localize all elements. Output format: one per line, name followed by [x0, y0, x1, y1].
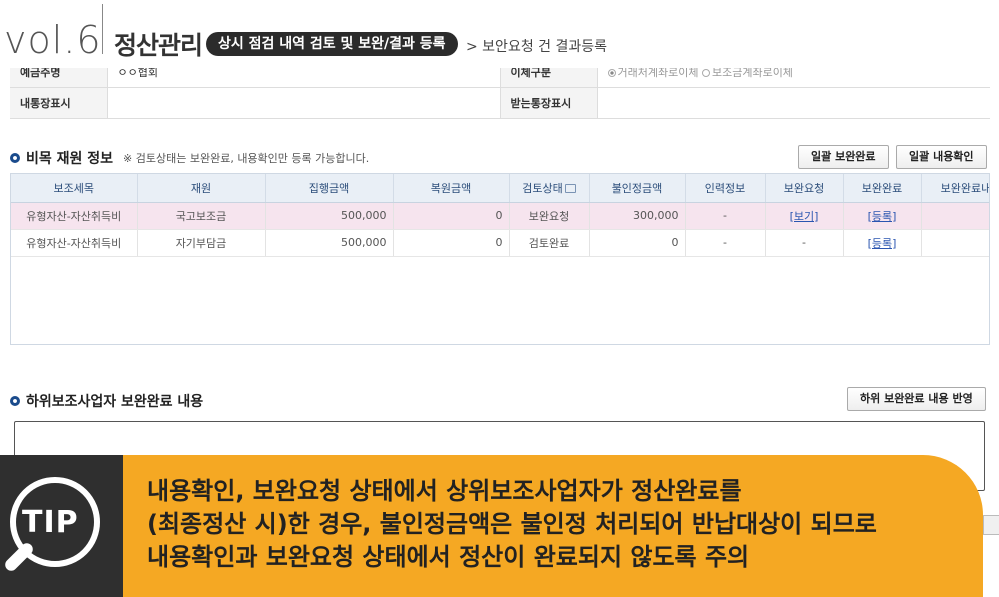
col-supplement-request[interactable]: 보완요청	[765, 174, 844, 203]
sub-section-title: 하위보조사업자 보완완료 내용	[26, 394, 204, 410]
header-divider	[102, 4, 103, 54]
cell-exec-amount: 500,000	[265, 202, 394, 230]
col-disallowed-amount[interactable]: 불인정금액	[589, 174, 686, 203]
cell-restore-amount: 0	[393, 202, 510, 230]
col-review-status-label: 검토상태	[522, 181, 563, 195]
col-supplement-detail[interactable]: 보완완료내용	[921, 174, 989, 203]
cell-supplement-complete: [등록]	[843, 202, 922, 230]
table-row[interactable]: 유형자산-자산취득비 국고보조금 500,000 0 보완요청 300,000 …	[11, 202, 989, 230]
recv-memo-label: 받는통장표시	[500, 87, 598, 119]
col-staff-info[interactable]: 인력정보	[685, 174, 766, 203]
table-row[interactable]: 유형자산-자산취득비 자기부담금 500,000 0 검토완료 0 - - [등…	[11, 229, 989, 257]
cell-supplement-complete: [등록]	[843, 229, 922, 257]
tip-line-1: 내용확인, 보완요청 상태에서 상위보조사업자가 정산완료를	[147, 477, 742, 505]
edit-icon	[564, 183, 576, 193]
tip-banner: TIP 내용확인, 보완요청 상태에서 상위보조사업자가 정산완료를 (최종정산…	[0, 455, 999, 597]
tip-line-3: 내용확인과 보완요청 상태에서 정산이 완료되지 않도록 주의	[147, 543, 750, 571]
tip-line-2: (최종정산 시)한 경우, 불인정금액은 불인정 처리되어 반납대상이 되므로	[147, 510, 877, 538]
cell-supplement-detail	[921, 202, 989, 230]
cell-disallowed-amount: 0	[589, 229, 686, 257]
apply-sub-complete-button[interactable]: 하위 보완완료 내용 반영	[847, 387, 986, 411]
page: 예금주명 ㅇㅇ협회 이체구분 거래처계좌로이체 보조금계좌로이체 내통장표시 받…	[0, 0, 999, 597]
cell-supplement-detail	[921, 229, 989, 257]
breadcrumb-sub: > 보안요청 건 결과등록	[466, 39, 608, 55]
cell-source: 국고보조금	[137, 202, 266, 230]
my-memo-value[interactable]	[107, 87, 501, 119]
bulk-confirm-button[interactable]: 일괄 내용확인	[896, 145, 987, 169]
col-exec-amount[interactable]: 집행금액	[265, 174, 394, 203]
cell-disallowed-amount: 300,000	[589, 202, 686, 230]
bullet-icon	[10, 396, 20, 406]
bulk-complete-button[interactable]: 일괄 보완완료	[798, 145, 889, 169]
recv-memo-value[interactable]	[597, 87, 990, 119]
col-supplement-complete[interactable]: 보완완료	[843, 174, 922, 203]
bullet-icon	[10, 153, 20, 163]
breadcrumb-pill: 상시 점검 내역 검토 및 보완/결과 등록	[206, 32, 458, 56]
register-link[interactable]: [등록]	[868, 237, 897, 250]
cell-staff-info: -	[685, 229, 766, 257]
items-section-note: ※ 검토상태는 보완완료, 내용확인만 등록 가능합니다.	[123, 152, 370, 165]
items-section-title: 비목 재원 정보	[26, 151, 114, 167]
tip-text: 내용확인, 보완요청 상태에서 상위보조사업자가 정산완료를 (최종정산 시)한…	[147, 475, 947, 574]
cell-review-status: 보완요청	[509, 202, 590, 230]
my-memo-label: 내통장표시	[10, 87, 108, 119]
cell-restore-amount: 0	[393, 229, 510, 257]
grid-header-row: 보조세목 재원 집행금액 복원금액 검토상태 불인정금액 인력정보 보완요청 보…	[11, 174, 989, 203]
cell-subitem: 유형자산-자산취득비	[11, 229, 138, 257]
cell-supplement-request: -	[765, 229, 844, 257]
register-link[interactable]: [등록]	[868, 210, 897, 223]
radio-subsidy-account[interactable]	[701, 69, 710, 77]
items-section-header: 비목 재원 정보 ※ 검토상태는 보완완료, 내용확인만 등록 가능합니다.	[10, 148, 369, 168]
radio-vendor-account[interactable]	[607, 69, 616, 77]
tip-label: TIP	[22, 505, 79, 540]
col-subitem[interactable]: 보조세목	[11, 174, 138, 203]
volume-label: vol.6	[4, 18, 102, 62]
cell-source: 자기부담금	[137, 229, 266, 257]
view-link[interactable]: [보기]	[790, 210, 819, 223]
cell-review-status: 검토완료	[509, 229, 590, 257]
col-source[interactable]: 재원	[137, 174, 266, 203]
cell-subitem: 유형자산-자산취득비	[11, 202, 138, 230]
guide-header: vol.6 정산관리 상시 점검 내역 검토 및 보완/결과 등록 > 보안요청…	[0, 0, 999, 68]
cell-supplement-request: [보기]	[765, 202, 844, 230]
col-review-status[interactable]: 검토상태	[509, 174, 590, 203]
items-grid: 보조세목 재원 집행금액 복원금액 검토상태 불인정금액 인력정보 보완요청 보…	[10, 173, 990, 345]
items-table: 보조세목 재원 집행금액 복원금액 검토상태 불인정금액 인력정보 보완요청 보…	[11, 174, 989, 257]
cell-staff-info: -	[685, 202, 766, 230]
section-title: 정산관리	[114, 31, 203, 60]
cell-exec-amount: 500,000	[265, 229, 394, 257]
sub-section-header: 하위보조사업자 보완완료 내용	[10, 391, 203, 411]
col-restore-amount[interactable]: 복원금액	[393, 174, 510, 203]
